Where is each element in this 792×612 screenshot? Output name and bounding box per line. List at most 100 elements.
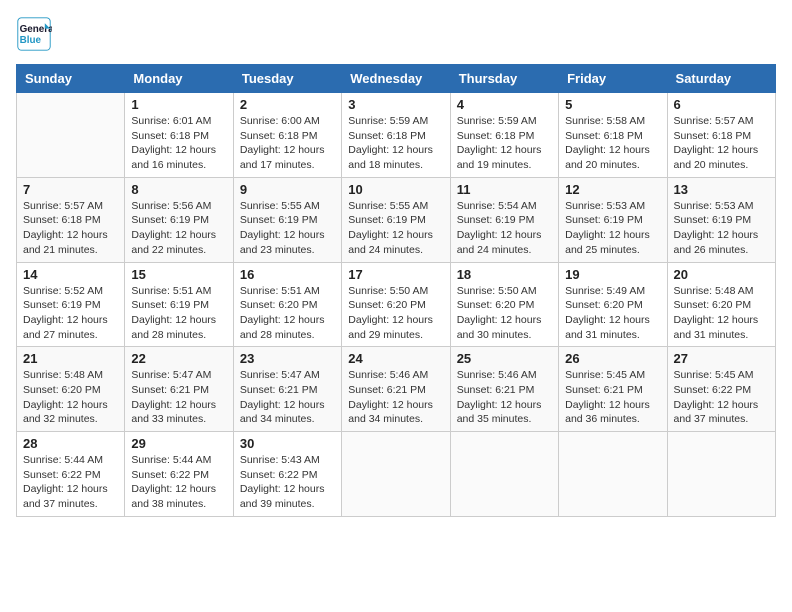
calendar-cell: 17 Sunrise: 5:50 AM Sunset: 6:20 PM Dayli…: [342, 262, 450, 347]
day-number: 26: [565, 351, 660, 366]
day-info: Sunrise: 5:46 AM Sunset: 6:21 PM Dayligh…: [348, 368, 443, 427]
day-number: 11: [457, 182, 552, 197]
day-info: Sunrise: 5:45 AM Sunset: 6:21 PM Dayligh…: [565, 368, 660, 427]
day-number: 27: [674, 351, 769, 366]
calendar-cell: 22Sunrise: 5:47 AM Sunset: 6:21 PM Dayli…: [125, 347, 233, 432]
day-number: 24: [348, 351, 443, 366]
calendar-cell: 3Sunrise: 5:59 AM Sunset: 6:18 PM Daylig…: [342, 93, 450, 178]
svg-text:Blue: Blue: [20, 35, 42, 46]
day-info: Sunrise: 5:48 AM Sunset: 6:20 PM Dayligh…: [23, 368, 118, 427]
calendar-cell: 8Sunrise: 5:56 AM Sunset: 6:19 PM Daylig…: [125, 177, 233, 262]
calendar-cell: 18Sunrise: 5:50 AM Sunset: 6:20 PM Dayli…: [450, 262, 558, 347]
calendar-week-2: 7 Sunrise: 5:57 AM Sunset: 6:18 PM Daylig…: [17, 177, 776, 262]
day-info: Sunrise: 5:47 AM Sunset: 6:21 PM Dayligh…: [240, 368, 335, 427]
day-info: Sunrise: 5:53 AM Sunset: 6:19 PM Dayligh…: [565, 199, 660, 258]
day-number: 29: [131, 436, 226, 451]
logo-icon: General Blue: [16, 16, 52, 52]
day-number: 6: [674, 97, 769, 112]
col-header-saturday: Saturday: [667, 65, 775, 93]
col-header-tuesday: Tuesday: [233, 65, 341, 93]
day-number: 1: [131, 97, 226, 112]
page-header: General Blue: [16, 16, 776, 52]
day-info: Sunrise: 5:50 AM Sunset: 6:20 PM Dayligh…: [348, 284, 443, 343]
calendar-cell: 1Sunrise: 6:01 AM Sunset: 6:18 PM Daylig…: [125, 93, 233, 178]
calendar-week-4: 21 Sunrise: 5:48 AM Sunset: 6:20 PM Dayli…: [17, 347, 776, 432]
calendar-cell: 23Sunrise: 5:47 AM Sunset: 6:21 PM Dayli…: [233, 347, 341, 432]
calendar-cell: 5 Sunrise: 5:58 AM Sunset: 6:18 PM Daylig…: [559, 93, 667, 178]
calendar-cell: 20Sunrise: 5:48 AM Sunset: 6:20 PM Dayli…: [667, 262, 775, 347]
calendar-week-5: 28 Sunrise: 5:44 AM Sunset: 6:22 PM Dayli…: [17, 432, 776, 517]
day-number: 5: [565, 97, 660, 112]
calendar-cell: 6 Sunrise: 5:57 AM Sunset: 6:18 PM Daylig…: [667, 93, 775, 178]
day-info: Sunrise: 5:51 AM Sunset: 6:20 PM Dayligh…: [240, 284, 335, 343]
day-info: Sunrise: 5:54 AM Sunset: 6:19 PM Dayligh…: [457, 199, 552, 258]
day-info: Sunrise: 5:53 AM Sunset: 6:19 PM Dayligh…: [674, 199, 769, 258]
day-info: Sunrise: 5:46 AM Sunset: 6:21 PM Dayligh…: [457, 368, 552, 427]
calendar-cell: 11 Sunrise: 5:54 AM Sunset: 6:19 PM Dayli…: [450, 177, 558, 262]
day-info: Sunrise: 5:56 AM Sunset: 6:19 PM Dayligh…: [131, 199, 226, 258]
calendar-table: SundayMondayTuesdayWednesdayThursdayFrid…: [16, 64, 776, 517]
day-number: 16: [240, 267, 335, 282]
day-number: 13: [674, 182, 769, 197]
col-header-thursday: Thursday: [450, 65, 558, 93]
calendar-cell: 14 Sunrise: 5:52 AM Sunset: 6:19 PM Dayli…: [17, 262, 125, 347]
day-number: 9: [240, 182, 335, 197]
calendar-cell: 2 Sunrise: 6:00 AM Sunset: 6:18 PM Daylig…: [233, 93, 341, 178]
calendar-cell: [342, 432, 450, 517]
calendar-cell: 27 Sunrise: 5:45 AM Sunset: 6:22 PM Dayli…: [667, 347, 775, 432]
calendar-cell: 9 Sunrise: 5:55 AM Sunset: 6:19 PM Daylig…: [233, 177, 341, 262]
calendar-cell: 30Sunrise: 5:43 AM Sunset: 6:22 PM Dayli…: [233, 432, 341, 517]
day-number: 25: [457, 351, 552, 366]
calendar-cell: 4 Sunrise: 5:59 AM Sunset: 6:18 PM Daylig…: [450, 93, 558, 178]
day-info: Sunrise: 5:44 AM Sunset: 6:22 PM Dayligh…: [23, 453, 118, 512]
day-info: Sunrise: 5:45 AM Sunset: 6:22 PM Dayligh…: [674, 368, 769, 427]
day-info: Sunrise: 5:57 AM Sunset: 6:18 PM Dayligh…: [23, 199, 118, 258]
calendar-cell: 25 Sunrise: 5:46 AM Sunset: 6:21 PM Dayli…: [450, 347, 558, 432]
calendar-cell: 26 Sunrise: 5:45 AM Sunset: 6:21 PM Dayli…: [559, 347, 667, 432]
day-number: 12: [565, 182, 660, 197]
calendar-cell: 29 Sunrise: 5:44 AM Sunset: 6:22 PM Dayli…: [125, 432, 233, 517]
day-info: Sunrise: 5:58 AM Sunset: 6:18 PM Dayligh…: [565, 114, 660, 173]
calendar-cell: [17, 93, 125, 178]
day-number: 22: [131, 351, 226, 366]
day-info: Sunrise: 5:59 AM Sunset: 6:18 PM Dayligh…: [457, 114, 552, 173]
calendar-cell: 16 Sunrise: 5:51 AM Sunset: 6:20 PM Dayli…: [233, 262, 341, 347]
day-info: Sunrise: 5:49 AM Sunset: 6:20 PM Dayligh…: [565, 284, 660, 343]
calendar-cell: 7 Sunrise: 5:57 AM Sunset: 6:18 PM Daylig…: [17, 177, 125, 262]
calendar-cell: [450, 432, 558, 517]
col-header-friday: Friday: [559, 65, 667, 93]
day-number: 2: [240, 97, 335, 112]
day-info: Sunrise: 5:59 AM Sunset: 6:18 PM Dayligh…: [348, 114, 443, 173]
day-number: 14: [23, 267, 118, 282]
col-header-sunday: Sunday: [17, 65, 125, 93]
calendar-cell: 21 Sunrise: 5:48 AM Sunset: 6:20 PM Dayli…: [17, 347, 125, 432]
day-number: 20: [674, 267, 769, 282]
calendar-cell: 24 Sunrise: 5:46 AM Sunset: 6:21 PM Dayli…: [342, 347, 450, 432]
day-number: 21: [23, 351, 118, 366]
logo: General Blue: [16, 16, 56, 52]
calendar-cell: 19 Sunrise: 5:49 AM Sunset: 6:20 PM Dayli…: [559, 262, 667, 347]
day-info: Sunrise: 5:44 AM Sunset: 6:22 PM Dayligh…: [131, 453, 226, 512]
day-info: Sunrise: 5:55 AM Sunset: 6:19 PM Dayligh…: [240, 199, 335, 258]
calendar-cell: 15Sunrise: 5:51 AM Sunset: 6:19 PM Dayli…: [125, 262, 233, 347]
day-info: Sunrise: 5:52 AM Sunset: 6:19 PM Dayligh…: [23, 284, 118, 343]
calendar-cell: 13 Sunrise: 5:53 AM Sunset: 6:19 PM Dayli…: [667, 177, 775, 262]
col-header-monday: Monday: [125, 65, 233, 93]
calendar-week-3: 14 Sunrise: 5:52 AM Sunset: 6:19 PM Dayli…: [17, 262, 776, 347]
day-number: 10: [348, 182, 443, 197]
day-number: 4: [457, 97, 552, 112]
day-number: 7: [23, 182, 118, 197]
day-number: 19: [565, 267, 660, 282]
col-header-wednesday: Wednesday: [342, 65, 450, 93]
day-number: 17: [348, 267, 443, 282]
day-info: Sunrise: 5:55 AM Sunset: 6:19 PM Dayligh…: [348, 199, 443, 258]
calendar-cell: [667, 432, 775, 517]
day-info: Sunrise: 6:00 AM Sunset: 6:18 PM Dayligh…: [240, 114, 335, 173]
calendar-cell: [559, 432, 667, 517]
day-number: 28: [23, 436, 118, 451]
calendar-cell: 10 Sunrise: 5:55 AM Sunset: 6:19 PM Dayli…: [342, 177, 450, 262]
day-info: Sunrise: 5:51 AM Sunset: 6:19 PM Dayligh…: [131, 284, 226, 343]
day-number: 30: [240, 436, 335, 451]
day-info: Sunrise: 5:57 AM Sunset: 6:18 PM Dayligh…: [674, 114, 769, 173]
day-info: Sunrise: 5:50 AM Sunset: 6:20 PM Dayligh…: [457, 284, 552, 343]
